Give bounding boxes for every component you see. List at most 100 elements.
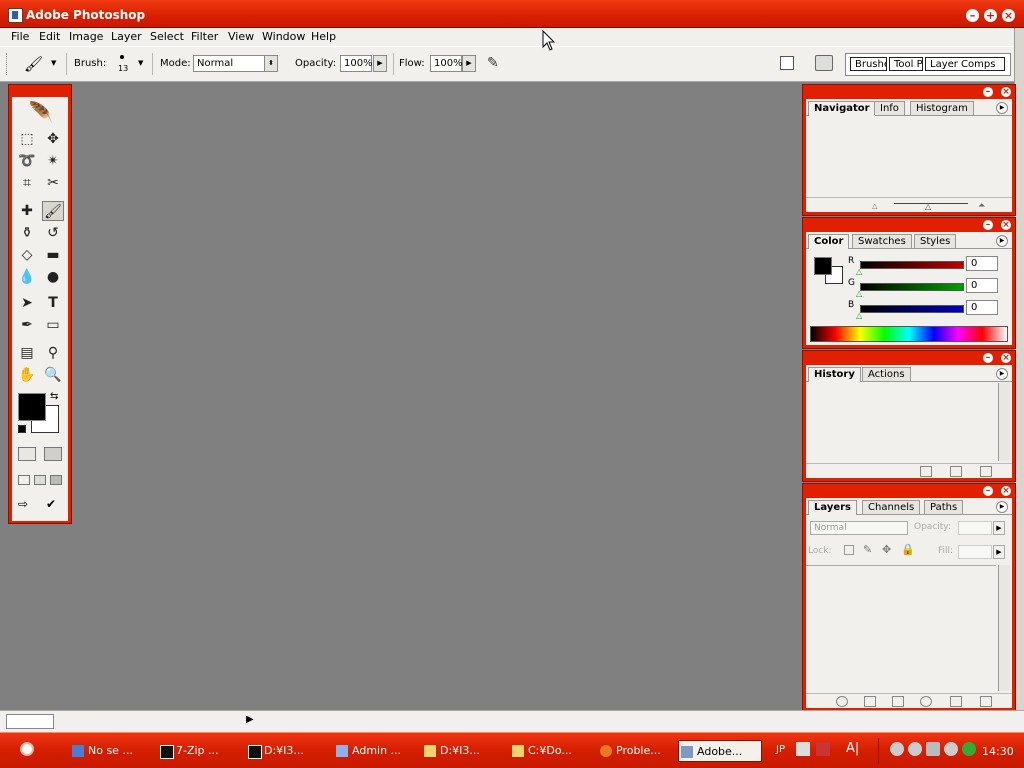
history-scrollbar[interactable] [998,383,1010,461]
tray-network-icon[interactable] [962,742,976,756]
status-info-box[interactable] [6,714,54,729]
menu-file[interactable]: File [9,29,31,45]
tray-icon[interactable] [890,742,904,756]
gradient-tool-icon[interactable]: ▬ [42,245,64,265]
lock-all-icon[interactable]: 🔒 [901,543,915,556]
notes-tool-icon[interactable]: ▤ [16,343,38,363]
swap-colors-icon[interactable]: ⇆ [50,391,58,402]
zoom-out-icon[interactable]: △ [872,202,877,210]
layer-mask-icon[interactable] [864,696,876,707]
layers-list[interactable] [806,565,996,691]
task-button-5[interactable]: D:¥I3... [422,740,520,762]
task-button-4[interactable]: Admin ... [334,740,432,762]
slice-tool-icon[interactable]: ✂ [42,173,64,193]
green-slider[interactable] [860,283,964,291]
layer-opacity-arrow-icon[interactable]: ▶ [993,521,1005,535]
eyedropper-tool-icon[interactable]: ⚲ [42,343,64,363]
red-value-field[interactable]: 0 [966,256,998,271]
palette-well-doc-icon[interactable] [780,56,794,70]
panel-minimize-button[interactable]: – [983,220,993,230]
flow-field[interactable]: 100% [430,55,463,72]
layer-style-icon[interactable] [836,696,848,707]
healing-brush-tool-icon[interactable]: ✚ [16,201,38,221]
new-layer-icon[interactable] [950,696,962,707]
menu-filter[interactable]: Filter [189,29,220,45]
tab-paths[interactable]: Paths [924,500,964,514]
panel-close-button[interactable]: × [1001,220,1011,230]
green-slider-thumb[interactable]: △ [856,289,862,298]
tray-icon[interactable] [944,742,958,756]
blue-slider-thumb[interactable]: △ [856,311,862,320]
task-button-1[interactable]: No se ... [70,740,168,762]
zoom-tool-icon[interactable]: 🔍 [42,365,64,385]
task-button-2[interactable]: 7-Zip ... [158,740,256,762]
file-browser-icon[interactable] [815,55,833,71]
options-grip[interactable] [6,53,9,75]
color-foreground-swatch[interactable] [814,257,832,275]
standard-mode-button[interactable] [18,447,36,461]
close-button[interactable]: × [1002,9,1015,22]
brush-picker-dropdown-icon[interactable]: ▼ [138,59,143,67]
clock[interactable]: 14:30 [982,745,1014,758]
panel-menu-icon[interactable]: ▶ [996,501,1008,513]
fill-arrow-icon[interactable]: ▶ [993,545,1005,559]
crop-tool-icon[interactable]: ⌗ [16,173,38,193]
path-selection-tool-icon[interactable]: ➤ [16,293,38,313]
canvas-area[interactable] [0,83,802,710]
adjustment-layer-icon[interactable] [920,696,932,707]
trash-icon[interactable] [980,466,992,477]
minimize-button[interactable]: – [966,9,979,22]
photoshop-app-icon[interactable] [8,8,23,23]
tool-preset-dropdown-icon[interactable]: ▼ [51,59,56,67]
move-tool-icon[interactable]: ✥ [42,129,64,149]
zoom-slider-thumb[interactable]: △ [925,202,931,211]
menu-view[interactable]: View [226,29,256,45]
well-tab-brushes[interactable]: Brushes [850,57,887,71]
rectangle-tool-icon[interactable]: ▭ [42,315,64,335]
zoom-in-icon[interactable]: ⏶ [978,201,985,211]
mode-select-arrow-icon[interactable]: ⬍ [264,55,278,72]
foreground-color-swatch[interactable] [18,393,46,421]
standard-screen-mode-icon[interactable] [18,475,30,485]
opacity-slider-arrow-icon[interactable]: ▶ [373,55,387,72]
tab-histogram[interactable]: Histogram [910,101,974,115]
menu-edit[interactable]: Edit [37,29,62,45]
well-tab-tool-presets[interactable]: Tool Presets [889,57,923,71]
history-brush-tool-icon[interactable]: ↺ [42,223,64,243]
panel-minimize-button[interactable]: – [983,87,993,97]
tray-icon[interactable] [908,742,922,756]
delete-layer-icon[interactable] [980,696,992,707]
panel-menu-icon[interactable]: ▶ [996,235,1008,247]
new-document-from-state-icon[interactable] [920,466,932,477]
lasso-tool-icon[interactable]: ➰ [16,151,38,171]
brush-tool-preset-icon[interactable]: 🖌 [24,55,43,73]
magic-wand-tool-icon[interactable]: ✴ [42,151,64,171]
mode-select[interactable]: Normal [193,55,265,72]
dodge-tool-icon[interactable]: ● [42,267,64,287]
task-button-3[interactable]: D:¥I3... [246,740,344,762]
tab-swatches[interactable]: Swatches [852,234,912,248]
fill-field[interactable] [958,545,992,559]
edit-in-imageready-icon[interactable]: ✔ [46,497,64,513]
color-ramp[interactable] [810,326,1008,342]
language-indicator[interactable]: JP [776,744,785,755]
pen-tool-icon[interactable]: ✒ [16,315,38,335]
panel-close-button[interactable]: × [1001,87,1011,97]
tab-channels[interactable]: Channels [862,500,921,514]
jump-to-imageready-icon[interactable]: ⇨ [18,497,40,513]
panel-menu-icon[interactable]: ▶ [996,102,1008,114]
ime-mode-icon[interactable] [816,742,830,756]
input-method-icon[interactable]: A| [846,741,859,756]
full-screen-mode-icon[interactable] [50,475,62,485]
blur-tool-icon[interactable]: 💧 [16,267,38,287]
new-layer-set-icon[interactable] [892,696,904,707]
start-button[interactable] [6,738,50,762]
menu-image[interactable]: Image [67,29,105,45]
full-screen-menu-mode-icon[interactable] [34,475,46,485]
brush-tip-icon[interactable] [120,55,124,59]
default-colors-icon[interactable] [18,425,26,433]
tab-layers[interactable]: Layers [808,500,857,515]
tab-history[interactable]: History [808,367,861,382]
tab-info[interactable]: Info [874,101,905,115]
layers-scrollbar[interactable] [998,565,1010,691]
